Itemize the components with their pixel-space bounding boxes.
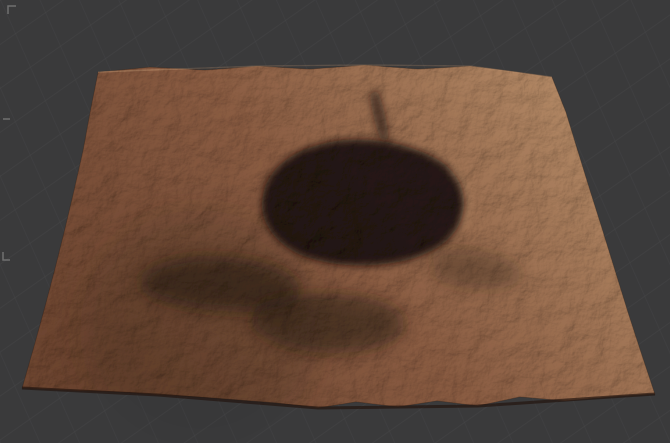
terrain-mesh[interactable] [21, 64, 656, 443]
terrain-render [0, 0, 670, 443]
crater-shadow [261, 139, 465, 266]
scene-viewport[interactable] [0, 0, 670, 443]
